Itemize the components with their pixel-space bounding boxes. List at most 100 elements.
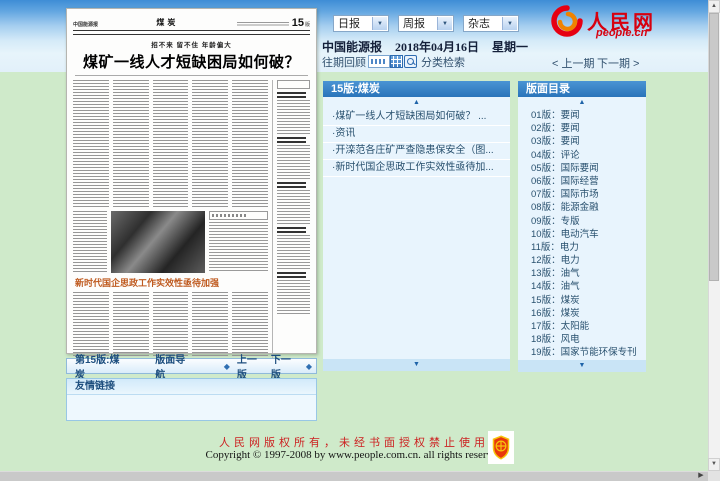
text-column — [73, 292, 109, 358]
security-badge-icon[interactable] — [488, 431, 514, 464]
directory-page-link[interactable]: 11版：电力 — [518, 241, 646, 254]
article-link[interactable]: ·新时代国企思政工作实效性亟待加... — [323, 160, 510, 177]
chevron-down-icon[interactable]: ▼ — [502, 17, 517, 30]
chevron-down-icon[interactable]: ▼ — [372, 17, 387, 30]
friend-links-title: 友情链接 — [67, 379, 316, 395]
sidebar-box — [277, 80, 310, 89]
directory-page-link[interactable]: 01版：要闻 — [518, 109, 646, 122]
text-column — [232, 292, 268, 358]
scroll-down-icon[interactable]: ▼ — [323, 359, 510, 371]
issue-weekday: 星期一 — [492, 40, 528, 54]
masthead-title: 中国能源报 — [73, 21, 98, 28]
article-panel-title: 15版:煤炭 — [323, 81, 510, 97]
past-issues-link[interactable]: 往期回顾 — [322, 54, 366, 70]
photo-row — [73, 211, 268, 273]
diamond-icon: ◆ — [224, 362, 230, 371]
directory-panel-title: 版面目录 — [518, 81, 646, 97]
headline-rule — [75, 75, 308, 76]
directory-page-link[interactable]: 15版：煤炭 — [518, 294, 646, 307]
vertical-scrollbar-thumb[interactable] — [709, 13, 719, 281]
sidebar-text — [277, 280, 310, 314]
scroll-up-icon[interactable]: ▲ — [518, 97, 646, 109]
weekly-paper-select-value: 周报 — [403, 18, 425, 30]
sidebar-headline — [277, 182, 306, 188]
scroll-down-icon[interactable]: ▼ — [518, 360, 646, 372]
directory-page-link[interactable]: 08版：能源金融 — [518, 201, 646, 214]
scrollbar-right-arrow-icon[interactable]: ▶ — [694, 471, 708, 481]
scrollbar-down-arrow-icon[interactable]: ▼ — [708, 458, 720, 471]
category-search-link[interactable]: 分类检索 — [421, 54, 465, 70]
current-page-label: 第15版:煤炭 — [75, 351, 127, 381]
magazine-select[interactable]: 杂志 ▼ — [463, 15, 519, 32]
chevron-down-icon[interactable]: ▼ — [437, 17, 452, 30]
newspaper-page-image[interactable]: 中国能源报 煤炭 15 版 招不来 留不住 年龄偏大 煤矿一线人才短缺困局如何破… — [66, 8, 317, 354]
newspaper-body: 新时代国企思政工作实效性亟待加强 — [73, 80, 310, 361]
issue-date-input[interactable] — [368, 55, 390, 68]
scrollbar-corner — [708, 471, 720, 481]
text-column — [73, 80, 109, 208]
page-navigation-bar: 第15版:煤炭 版面导航 ◆ 上一版 下一版 ◆ — [66, 358, 317, 374]
scroll-up-icon[interactable]: ▲ — [323, 97, 510, 109]
sidebar-headline — [277, 137, 306, 143]
directory-list: 01版：要闻02版：要闻03版：要闻04版：评论05版：国际要闻06版：国际经营… — [518, 109, 646, 360]
magazine-select-value: 杂志 — [468, 18, 490, 30]
directory-page-link[interactable]: 16版：煤炭 — [518, 307, 646, 320]
article-link[interactable]: ·煤矿一线人才短缺困局如何破？ ... — [323, 109, 510, 126]
directory-page-link[interactable]: 17版：太阳能 — [518, 320, 646, 333]
people-logo-domain[interactable]: people.cn — [596, 27, 647, 39]
page-number-unit: 版 — [305, 21, 310, 28]
directory-page-link[interactable]: 07版：国际市场 — [518, 188, 646, 201]
daily-paper-select[interactable]: 日报 ▼ — [333, 15, 389, 32]
caption-text-lines — [209, 222, 268, 271]
sidebar-text — [277, 235, 310, 269]
body-text-columns — [73, 292, 268, 358]
directory-page-link[interactable]: 19版：国家节能环保专刊 — [518, 346, 646, 359]
scrollbar-up-arrow-icon[interactable]: ▲ — [708, 0, 720, 13]
sidebar-text — [277, 190, 310, 224]
page-directory-panel: 版面目录 ▲ 01版：要闻02版：要闻03版：要闻04版：评论05版：国际要闻0… — [518, 81, 646, 372]
masthead-info-lines — [237, 22, 289, 26]
newspaper-sidebar — [272, 80, 310, 361]
sidebar-headline — [277, 272, 306, 278]
directory-page-link[interactable]: 05版：国际要闻 — [518, 162, 646, 175]
directory-page-link[interactable]: 06版：国际经营 — [518, 175, 646, 188]
text-column — [153, 292, 189, 358]
next-page-link[interactable]: 下一版 — [271, 351, 299, 381]
friend-links-box: 友情链接 — [66, 378, 317, 421]
directory-page-link[interactable]: 18版：风电 — [518, 333, 646, 346]
page-navigation-link[interactable]: 版面导航 — [155, 351, 193, 381]
article-link[interactable]: ·开滦范各庄矿严查隐患保安全（图... — [323, 143, 510, 160]
sidebar-headline — [277, 92, 306, 98]
directory-page-link[interactable]: 10版：电动汽车 — [518, 228, 646, 241]
caption-header-box — [209, 211, 268, 220]
miner-photo — [111, 211, 205, 273]
article-link[interactable]: ·资讯 — [323, 126, 510, 143]
prev-page-link[interactable]: 上一版 — [237, 351, 265, 381]
directory-page-link[interactable]: 02版：要闻 — [518, 122, 646, 135]
sidebar-text — [277, 100, 310, 134]
photo-caption-column — [209, 211, 268, 273]
paper-name: 中国能源报 — [322, 40, 382, 54]
prev-issue-link[interactable]: < 上一期 — [552, 55, 594, 71]
sidebar-headline — [277, 227, 306, 233]
next-issue-link[interactable]: 下一期 > — [597, 55, 639, 71]
directory-page-link[interactable]: 13版：油气 — [518, 267, 646, 280]
article-kicker: 招不来 留不住 年龄偏大 — [73, 39, 310, 49]
text-column — [232, 80, 268, 208]
horizontal-scrollbar[interactable] — [0, 471, 708, 481]
directory-page-link[interactable]: 14版：油气 — [518, 280, 646, 293]
diamond-icon: ◆ — [306, 362, 312, 371]
body-text-columns — [73, 80, 268, 208]
weekly-paper-select[interactable]: 周报 ▼ — [398, 15, 454, 32]
search-icon[interactable] — [404, 55, 417, 68]
newspaper-masthead: 中国能源报 煤炭 15 版 — [73, 15, 310, 28]
people-logo-icon[interactable] — [551, 5, 583, 37]
sidebar-text — [277, 145, 310, 179]
section-name: 煤炭 — [156, 17, 178, 28]
calendar-icon[interactable] — [390, 55, 403, 68]
directory-page-link[interactable]: 12版：电力 — [518, 254, 646, 267]
directory-page-link[interactable]: 09版：专版 — [518, 215, 646, 228]
issue-date: 2018年04月16日 — [395, 40, 479, 54]
directory-page-link[interactable]: 03版：要闻 — [518, 135, 646, 148]
directory-page-link[interactable]: 04版：评论 — [518, 149, 646, 162]
